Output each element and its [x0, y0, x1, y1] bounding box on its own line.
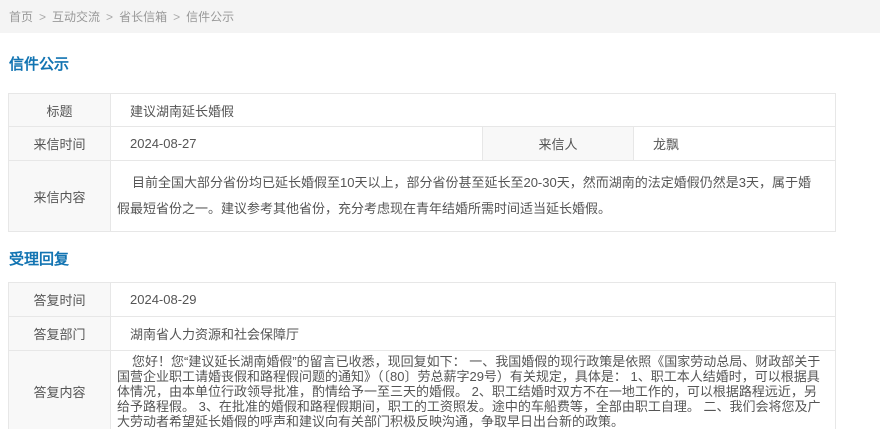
- reply-department-label: 答复部门: [9, 317, 111, 351]
- letter-date-label: 来信时间: [9, 127, 111, 161]
- letter-content-label: 来信内容: [9, 161, 111, 232]
- breadcrumb: 首页 > 互动交流 > 省长信箱 > 信件公示: [0, 0, 880, 33]
- breadcrumb-item-interaction[interactable]: 互动交流: [52, 8, 100, 25]
- letter-section-title: 信件公示: [9, 57, 880, 73]
- letter-info-table: 标题 建议湖南延长婚假 来信时间 2024-08-27 来信人 龙飘 来信内容 …: [8, 93, 836, 232]
- letter-title-value: 建议湖南延长婚假: [111, 94, 836, 127]
- breadcrumb-separator: >: [173, 10, 180, 24]
- table-row: 答复时间 2024-08-29: [9, 283, 836, 317]
- reply-info-table: 答复时间 2024-08-29 答复部门 湖南省人力资源和社会保障厅 答复内容 …: [8, 282, 836, 429]
- letter-sender-value: 龙飘: [634, 127, 836, 161]
- reply-content-label: 答复内容: [9, 351, 111, 429]
- table-row: 答复部门 湖南省人力资源和社会保障厅: [9, 317, 836, 351]
- reply-date-label: 答复时间: [9, 283, 111, 317]
- reply-date-value: 2024-08-29: [111, 283, 836, 317]
- table-row: 来信时间 2024-08-27 来信人 龙飘: [9, 127, 836, 161]
- reply-department-value: 湖南省人力资源和社会保障厅: [111, 317, 836, 351]
- table-row: 来信内容 目前全国大部分省份均已延长婚假至10天以上，部分省份甚至延长至20-3…: [9, 161, 836, 232]
- letter-title-label: 标题: [9, 94, 111, 127]
- table-row: 答复内容 您好！您“建议延长湖南婚假”的留言已收悉，现回复如下： 一、我国婚假的…: [9, 351, 836, 429]
- breadcrumb-item-home[interactable]: 首页: [9, 8, 33, 25]
- reply-content-value: 您好！您“建议延长湖南婚假”的留言已收悉，现回复如下： 一、我国婚假的现行政策是…: [111, 351, 836, 429]
- letter-sender-label: 来信人: [483, 127, 634, 161]
- reply-section-title: 受理回复: [9, 252, 880, 268]
- breadcrumb-separator: >: [106, 10, 113, 24]
- breadcrumb-item-letter-publicity[interactable]: 信件公示: [186, 8, 234, 25]
- breadcrumb-item-governor-mailbox[interactable]: 省长信箱: [119, 8, 167, 25]
- table-row: 标题 建议湖南延长婚假: [9, 94, 836, 127]
- letter-date-value: 2024-08-27: [111, 127, 483, 161]
- letter-content-value: 目前全国大部分省份均已延长婚假至10天以上，部分省份甚至延长至20-30天，然而…: [111, 161, 836, 232]
- breadcrumb-separator: >: [39, 10, 46, 24]
